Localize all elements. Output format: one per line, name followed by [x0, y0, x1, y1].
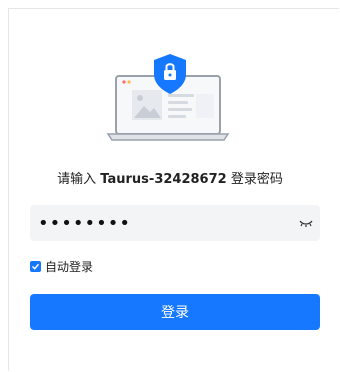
device-name: Taurus-32428672	[100, 172, 227, 187]
laptop-shield-lock-icon	[104, 48, 236, 152]
remember-me[interactable]: 自动登录	[30, 258, 93, 275]
password-field[interactable]	[30, 205, 320, 241]
eye-closed-icon[interactable]	[292, 205, 320, 241]
auto-login-checkbox[interactable]	[30, 261, 41, 272]
password-prompt: 请输入 Taurus-32428672 登录密码	[0, 168, 340, 187]
login-button[interactable]: 登录	[30, 294, 320, 330]
check-icon	[31, 263, 40, 270]
prompt-prefix: 请输入	[57, 172, 101, 187]
password-input[interactable]	[30, 205, 292, 241]
prompt-suffix: 登录密码	[226, 172, 283, 187]
auto-login-label: 自动登录	[45, 260, 94, 274]
